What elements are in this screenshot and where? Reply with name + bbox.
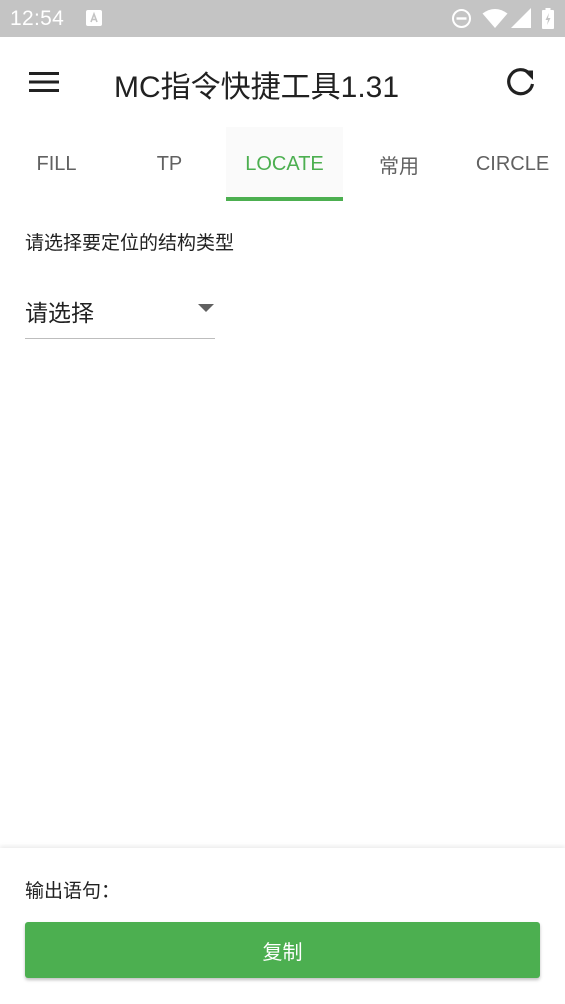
refresh-button[interactable] (500, 61, 542, 103)
tab-common[interactable]: 常用 (343, 127, 455, 201)
wifi-icon (482, 9, 508, 28)
keyboard-notification-icon (86, 10, 102, 26)
battery-charging-icon (542, 8, 554, 29)
copy-button[interactable]: 复制 (25, 922, 540, 978)
refresh-icon (507, 68, 535, 96)
tab-bar: FILL TP LOCATE 常用 CIRCLE (0, 127, 565, 201)
tab-fill[interactable]: FILL (0, 127, 113, 201)
output-panel: 输出语句： 复制 (0, 848, 565, 1004)
do-not-disturb-icon (452, 9, 471, 28)
structure-type-label: 请选择要定位的结构类型 (25, 232, 235, 254)
dropdown-value: 请选择 (25, 301, 94, 327)
output-label: 输出语句： (25, 880, 121, 902)
menu-button[interactable] (18, 61, 70, 103)
tab-tp[interactable]: TP (113, 127, 226, 201)
tab-circle[interactable]: CIRCLE (455, 127, 565, 201)
tab-indicator (226, 197, 343, 201)
dropdown-arrow-icon (198, 304, 214, 312)
signal-icon (511, 8, 531, 28)
tab-locate[interactable]: LOCATE (226, 127, 343, 201)
page-title: MC指令快捷工具1.31 (114, 71, 400, 104)
app-bar: MC指令快捷工具1.31 (0, 37, 565, 127)
structure-type-dropdown[interactable]: 请选择 (25, 284, 215, 339)
status-time: 12:54 (10, 7, 65, 30)
menu-icon (29, 72, 59, 92)
status-bar: 12:54 (0, 0, 565, 37)
